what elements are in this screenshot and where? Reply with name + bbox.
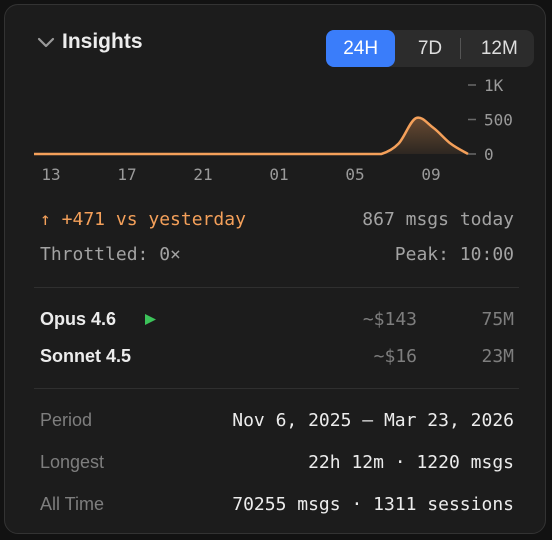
x-tick-label: 17 bbox=[117, 165, 136, 184]
model-name-sonnet: Sonnet 4.5 bbox=[40, 346, 132, 366]
throttled-count: Throttled: 0× bbox=[40, 244, 181, 265]
peak-hour: Peak: 10:00 bbox=[394, 244, 514, 265]
x-tick-label: 21 bbox=[193, 165, 212, 184]
alltime-label: All Time bbox=[40, 494, 105, 514]
model-name-opus: Opus 4.6 bbox=[40, 309, 117, 329]
model-cost-sonnet: ~$16 bbox=[373, 346, 417, 367]
model-tokens-sonnet: 23M bbox=[481, 346, 514, 367]
x-tick-label: 09 bbox=[421, 165, 440, 184]
longest-value: 22h 12m · 1220 msgs bbox=[308, 452, 514, 473]
alltime-value: 70255 msgs · 1311 sessions bbox=[232, 494, 514, 515]
y-tick-label: 0 bbox=[484, 145, 494, 164]
msgs-today: 867 msgs today bbox=[362, 209, 514, 230]
play-icon bbox=[145, 314, 156, 325]
delta-vs-yesterday: ↑ +471 vs yesterday bbox=[40, 209, 246, 230]
y-tick-label: 1K bbox=[484, 76, 504, 95]
longest-label: Longest bbox=[40, 452, 105, 472]
x-tick-label: 13 bbox=[41, 165, 60, 184]
divider bbox=[34, 388, 519, 389]
divider bbox=[34, 287, 519, 288]
x-tick-label: 05 bbox=[345, 165, 364, 184]
activity-chart: 1K 500 0 13 17 21 01 05 09 bbox=[33, 76, 513, 184]
model-cost-opus: ~$143 bbox=[362, 309, 417, 330]
period-label: Period bbox=[40, 410, 93, 430]
model-tokens-opus: 75M bbox=[481, 309, 514, 330]
x-tick-label: 01 bbox=[269, 165, 288, 184]
period-value: Nov 6, 2025 — Mar 23, 2026 bbox=[232, 410, 514, 431]
y-tick-label: 500 bbox=[484, 111, 513, 130]
